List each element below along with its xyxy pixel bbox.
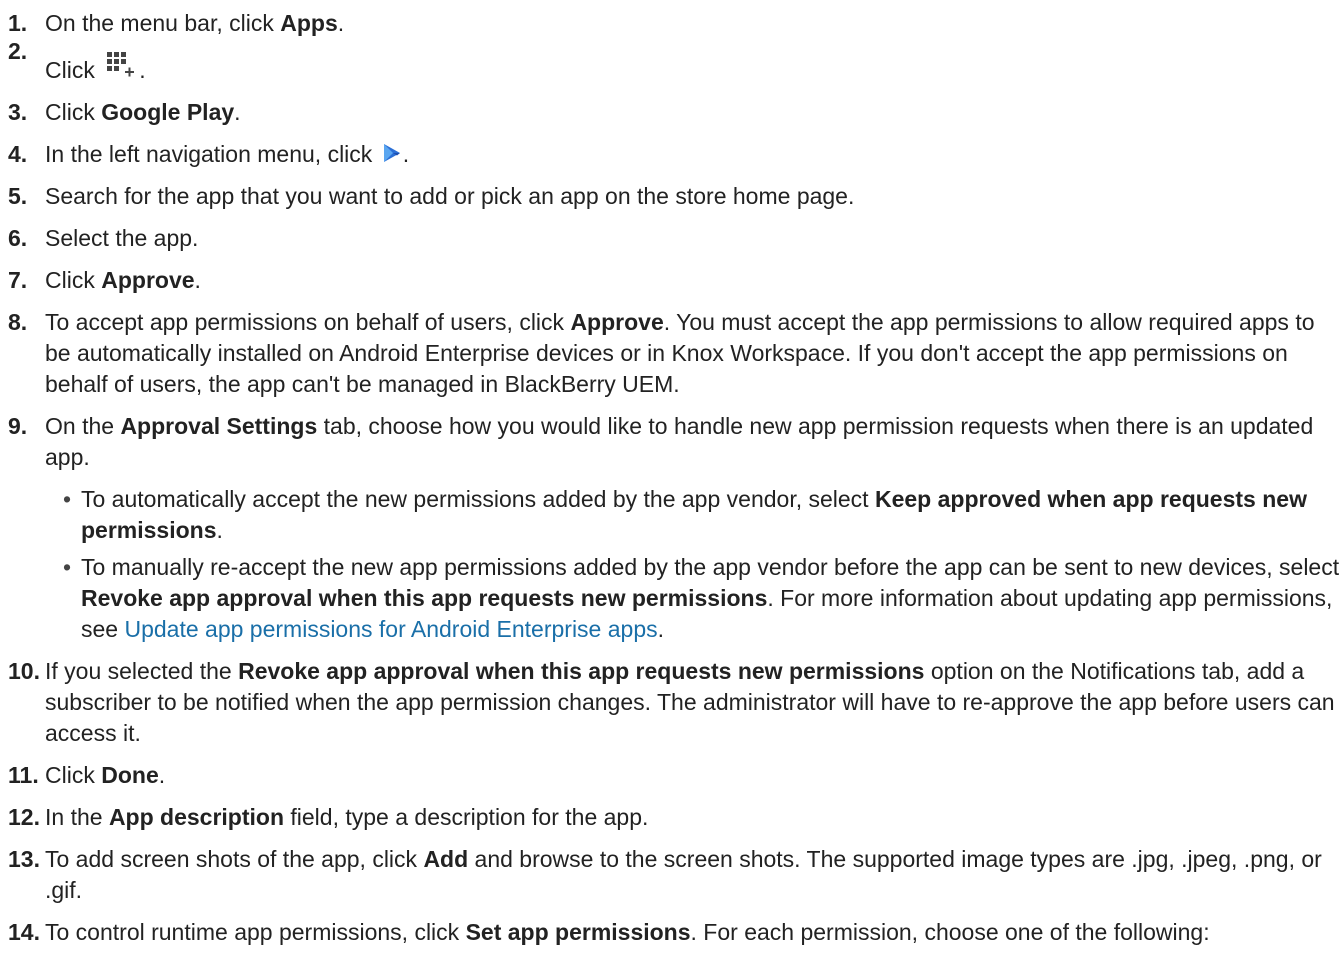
step-text: . xyxy=(139,57,146,83)
step-6: 6. Select the app. xyxy=(8,223,1340,254)
step-11: 11. Click Done. xyxy=(8,760,1340,791)
step-14: 14. To control runtime app permissions, c… xyxy=(8,917,1340,948)
step-text: . xyxy=(234,99,241,125)
step-text: Select the app. xyxy=(45,225,199,251)
step-body: On the menu bar, click Apps. xyxy=(45,8,1340,39)
step-text: To automatically accept the new permissi… xyxy=(81,486,875,512)
step-number: 9. xyxy=(8,413,28,439)
step-13: 13. To add screen shots of the app, click… xyxy=(8,844,1340,906)
step-text: On the menu bar, click xyxy=(45,10,281,36)
step-number: 10. xyxy=(8,658,40,684)
step-number: 2. xyxy=(8,38,28,64)
step-text: . xyxy=(657,616,665,642)
ui-term: Approve xyxy=(101,267,195,293)
step-8: 8. To accept app permissions on behalf of… xyxy=(8,307,1340,400)
step-body: To accept app permissions on behalf of u… xyxy=(45,307,1340,400)
step-number: 12. xyxy=(8,804,40,830)
step-body: Select the app. xyxy=(45,223,1340,254)
ui-term: App description xyxy=(108,804,284,830)
grid-add-icon xyxy=(107,52,135,77)
step-2: 2. Click . xyxy=(8,38,1340,86)
step-9: 9. On the Approval Settings tab, choose h… xyxy=(8,411,1340,645)
step-number: 3. xyxy=(8,99,28,125)
document-body: 1. On the menu bar, click Apps. 2. Click .3… xyxy=(8,8,1340,959)
step-10: 10. If you selected the Revoke app approv… xyxy=(8,656,1340,749)
step-text: Click xyxy=(45,57,102,83)
bullet-icon: • xyxy=(63,554,72,580)
doc-link[interactable]: Update app permissions for Android Enter… xyxy=(124,616,657,642)
step-text: . For each permission, choose one of the… xyxy=(690,919,1210,945)
step-12: 12. In the App description field, type a … xyxy=(8,802,1340,833)
ui-term: Approval Settings xyxy=(120,413,318,439)
step-number: 4. xyxy=(8,141,28,167)
ui-term: Apps xyxy=(280,10,338,36)
step-text: . xyxy=(158,762,166,788)
ui-term: Google Play xyxy=(101,99,235,125)
bullet-icon: • xyxy=(63,486,72,512)
step-text: Search for the app that you want to add … xyxy=(45,183,855,209)
step-number: 13. xyxy=(8,846,40,872)
step-text: . xyxy=(402,141,410,167)
step-text: Click xyxy=(45,267,102,293)
step-4: 4. In the left navigation menu, click . xyxy=(8,139,1340,170)
ui-term: Revoke app approval when this app reques… xyxy=(238,658,925,684)
step-3: 3. Click Google Play. xyxy=(8,97,1340,128)
step-number: 5. xyxy=(8,183,28,209)
google-play-icon xyxy=(383,144,400,162)
step-5: 5. Search for the app that you want to ad… xyxy=(8,181,1340,212)
step-body: In the App description field, type a des… xyxy=(45,802,1340,833)
step-body: To control runtime app permissions, clic… xyxy=(45,917,1340,948)
step-text: In the left navigation menu, click xyxy=(45,141,379,167)
ui-term: Done xyxy=(101,762,159,788)
step-1: 1. On the menu bar, click Apps. xyxy=(8,8,1340,39)
step-number: 7. xyxy=(8,267,28,293)
step-text: To manually re-accept the new app permis… xyxy=(81,554,1340,580)
step-text: To add screen shots of the app, click xyxy=(45,846,424,872)
step-body: Click Approve. xyxy=(45,265,1340,296)
ui-term: Revoke app approval when this app reques… xyxy=(81,585,768,611)
sub-list-item: • To automatically accept the new permiss… xyxy=(45,484,1340,546)
step-body: To add screen shots of the app, click Ad… xyxy=(45,844,1340,906)
step-text: On the xyxy=(45,413,121,439)
step-text: Click xyxy=(45,99,102,125)
step-body: If you selected the Revoke app approval … xyxy=(45,656,1340,749)
step-text: If you selected the xyxy=(45,658,239,684)
ui-term: Add xyxy=(423,846,469,872)
step-text: Click xyxy=(45,762,102,788)
step-number: 8. xyxy=(8,309,28,335)
step-body: Click Done. xyxy=(45,760,1340,791)
step-text: In the xyxy=(45,804,109,830)
step-text: field, type a description for the app. xyxy=(284,804,649,830)
step-text: . xyxy=(194,267,201,293)
step-body: Click . xyxy=(45,50,1340,86)
step-body: Search for the app that you want to add … xyxy=(45,181,1340,212)
step-number: 11. xyxy=(8,762,39,788)
step-body: Click Google Play. xyxy=(45,97,1340,128)
ui-term: Set app permissions xyxy=(465,919,691,945)
step-text: . xyxy=(337,10,345,36)
step-text: To control runtime app permissions, clic… xyxy=(45,919,466,945)
step-body: On the Approval Settings tab, choose how… xyxy=(45,411,1340,473)
step-number: 6. xyxy=(8,225,28,251)
step-number: 1. xyxy=(8,10,28,36)
step-number: 14. xyxy=(8,919,40,945)
step-body: In the left navigation menu, click . xyxy=(45,139,1340,170)
sub-list-item: • To manually re-accept the new app permi… xyxy=(45,552,1340,645)
step-text: To accept app permissions on behalf of u… xyxy=(45,309,571,335)
step-7: 7. Click Approve. xyxy=(8,265,1340,296)
step-text: . xyxy=(216,517,223,543)
ui-term: Approve xyxy=(570,309,664,335)
sub-list: • To automatically accept the new permiss… xyxy=(45,484,1340,645)
